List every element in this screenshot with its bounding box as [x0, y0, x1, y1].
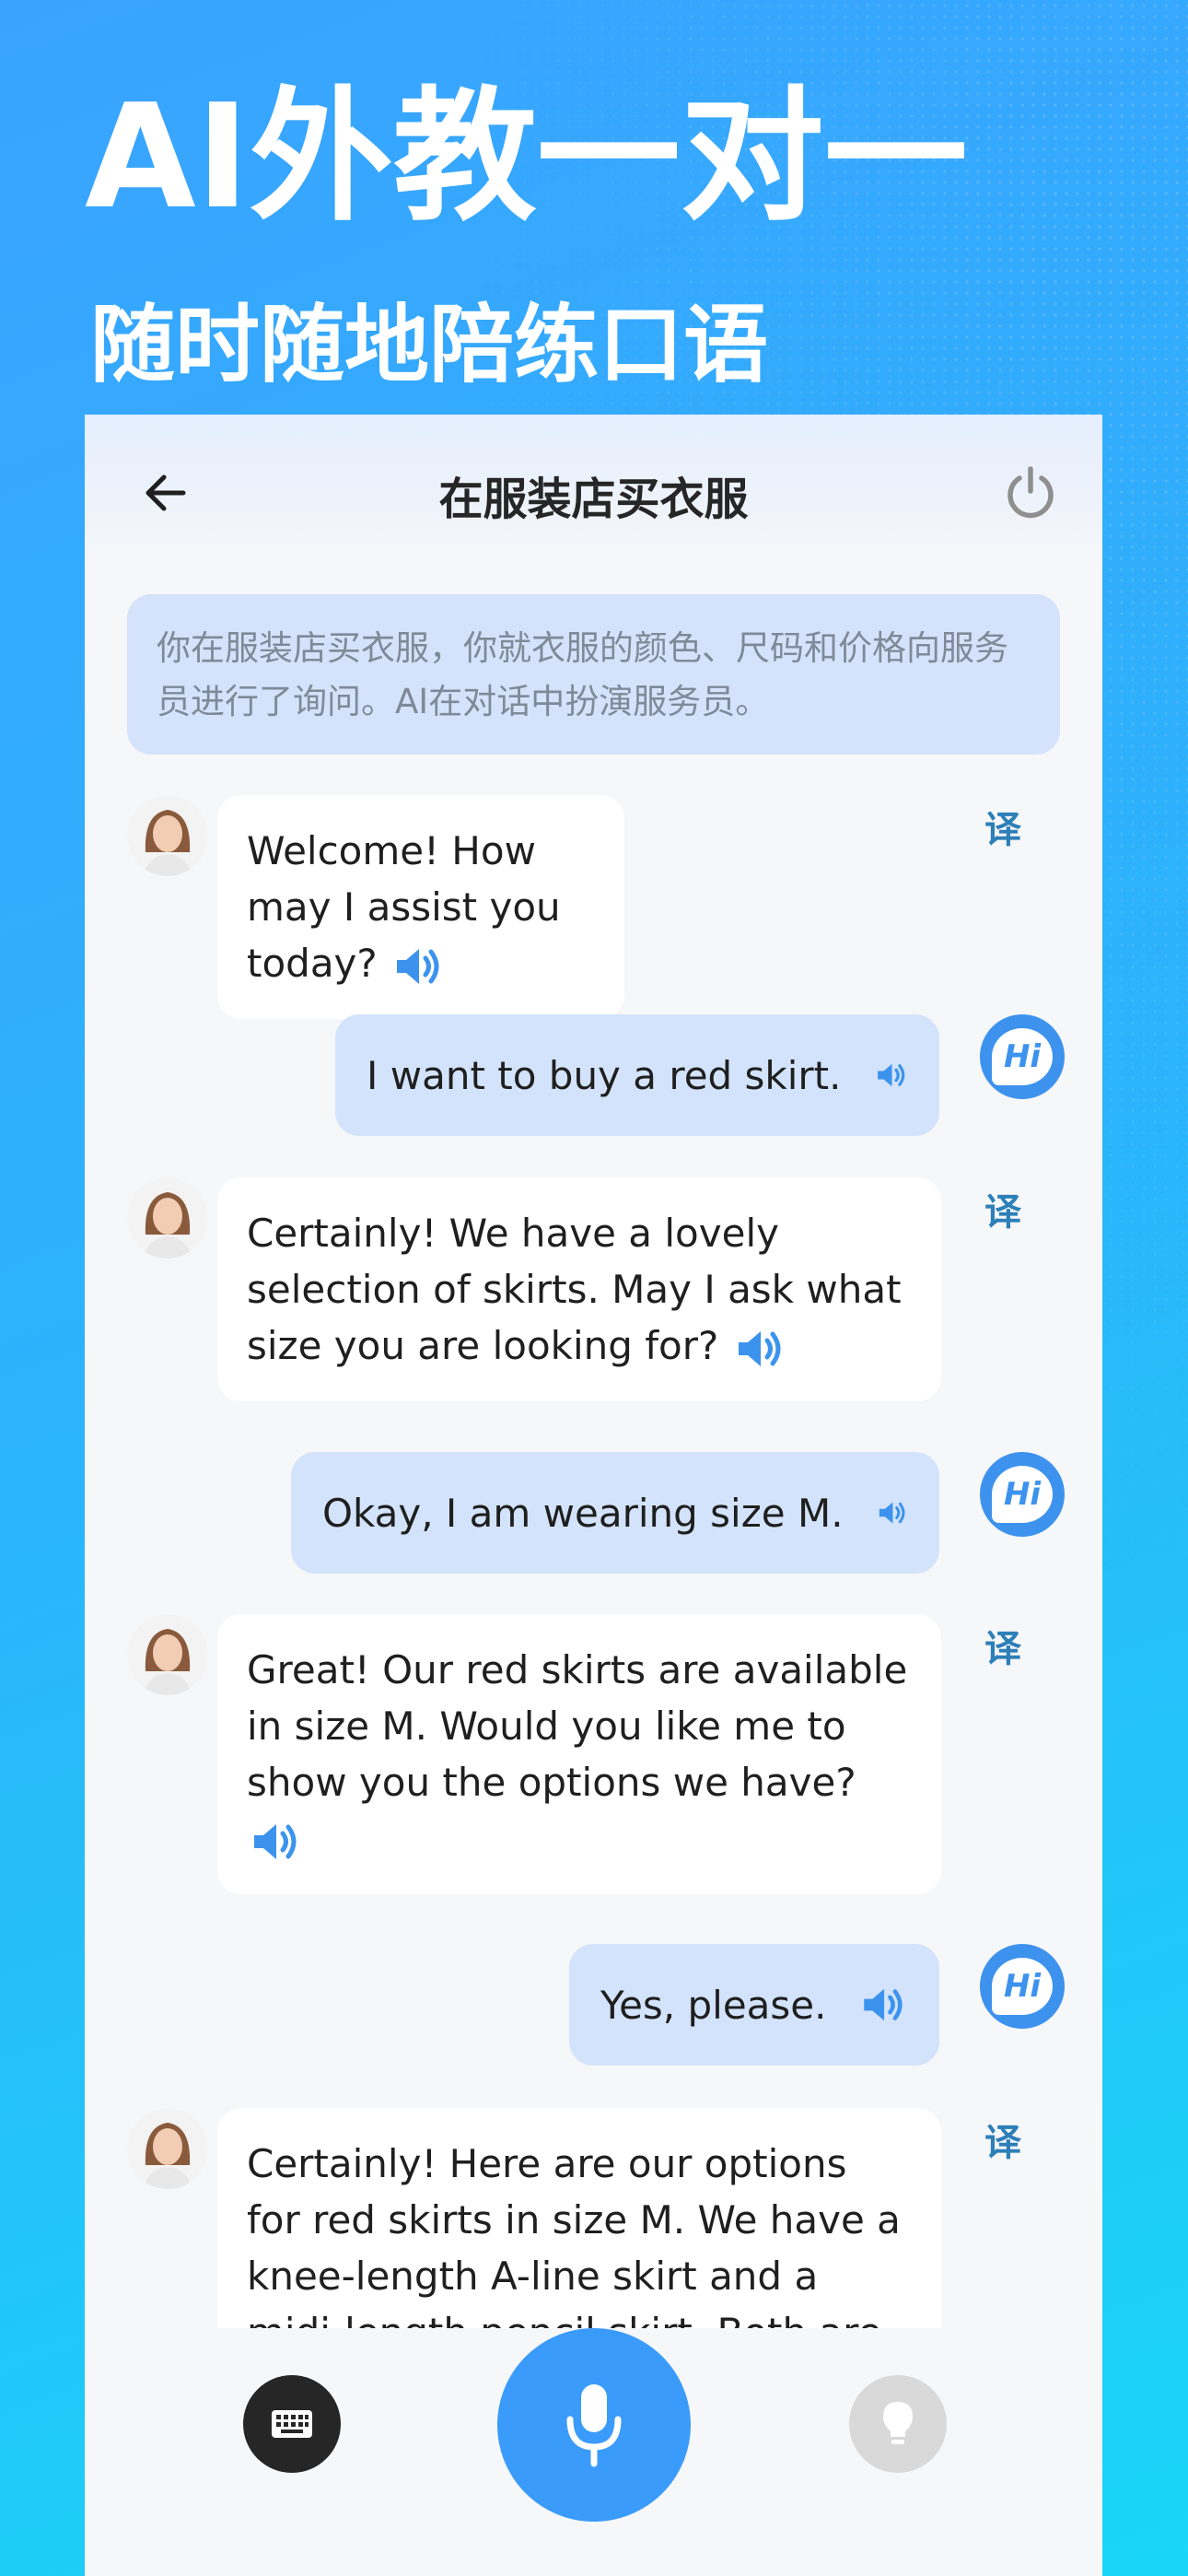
- promo-subheadline: 随时随地陪练口语: [90, 296, 769, 394]
- user-avatar: Hi: [980, 1944, 1065, 2029]
- chat-screen: 在服装店买衣服 你在服装店买衣服，你就衣服的颜色、尺码和价格向服务员进行了询问。…: [85, 415, 1102, 2576]
- power-icon: [1007, 466, 1054, 519]
- translate-button[interactable]: 译: [984, 800, 1021, 853]
- speaker-icon[interactable]: [390, 943, 445, 990]
- keyboard-button[interactable]: [243, 2375, 341, 2473]
- ai-message-bubble: Welcome! How may I assist you today?: [217, 795, 624, 1019]
- message-text: Certainly! Here are our options for red …: [247, 2141, 901, 2355]
- hi-logo-label: Hi: [992, 1466, 1053, 1523]
- lightbulb-icon: [883, 2402, 913, 2444]
- keyboard-icon: [272, 2410, 312, 2438]
- user-message-bubble: Okay, I am wearing size M.: [291, 1452, 939, 1574]
- translate-button[interactable]: 译: [984, 2113, 1021, 2166]
- ai-tutor-avatar: [127, 1614, 208, 1695]
- message-text: Great! Our red skirts are available in s…: [247, 1647, 908, 1805]
- top-bar: 在服装店买衣服: [85, 415, 1102, 571]
- speaker-icon[interactable]: [247, 1818, 302, 1866]
- translate-button[interactable]: 译: [984, 1619, 1021, 1672]
- hi-logo-label: Hi: [992, 1028, 1053, 1085]
- speaker-icon[interactable]: [875, 1489, 908, 1537]
- user-message-bubble: Yes, please.: [569, 1944, 939, 2066]
- scenario-description: 你在服装店买衣服，你就衣服的颜色、尺码和价格向服务员进行了询问。AI在对话中扮演…: [127, 594, 1060, 755]
- speaker-icon[interactable]: [731, 1325, 786, 1373]
- message-text: I want to buy a red skirt.: [367, 1052, 842, 1098]
- ai-tutor-avatar: [127, 2108, 208, 2189]
- ai-tutor-avatar: [127, 795, 208, 876]
- user-avatar: Hi: [980, 1014, 1065, 1099]
- hint-button[interactable]: [849, 2375, 947, 2473]
- ai-message-bubble: Certainly! We have a lovely selection of…: [217, 1177, 941, 1401]
- hi-logo-label: Hi: [992, 1958, 1053, 2015]
- user-avatar: Hi: [980, 1452, 1065, 1537]
- page-title: 在服装店买衣服: [438, 474, 749, 525]
- message-text: Okay, I am wearing size M.: [322, 1490, 844, 1536]
- user-message-bubble: I want to buy a red skirt.: [335, 1014, 939, 1136]
- end-session-button[interactable]: [995, 457, 1066, 529]
- message-text: Certainly! We have a lovely selection of…: [247, 1211, 902, 1368]
- ai-tutor-avatar: [127, 1177, 208, 1259]
- record-voice-button[interactable]: [497, 2328, 691, 2522]
- translate-button[interactable]: 译: [984, 1182, 1021, 1235]
- speaker-icon[interactable]: [873, 1051, 908, 1099]
- promo-headline: AI外教一对一: [85, 73, 968, 240]
- message-text: Yes, please.: [600, 1982, 827, 2028]
- ai-message-bubble: Great! Our red skirts are available in s…: [217, 1614, 941, 1894]
- speaker-icon[interactable]: [857, 1981, 908, 2029]
- microphone-icon: [566, 2384, 622, 2467]
